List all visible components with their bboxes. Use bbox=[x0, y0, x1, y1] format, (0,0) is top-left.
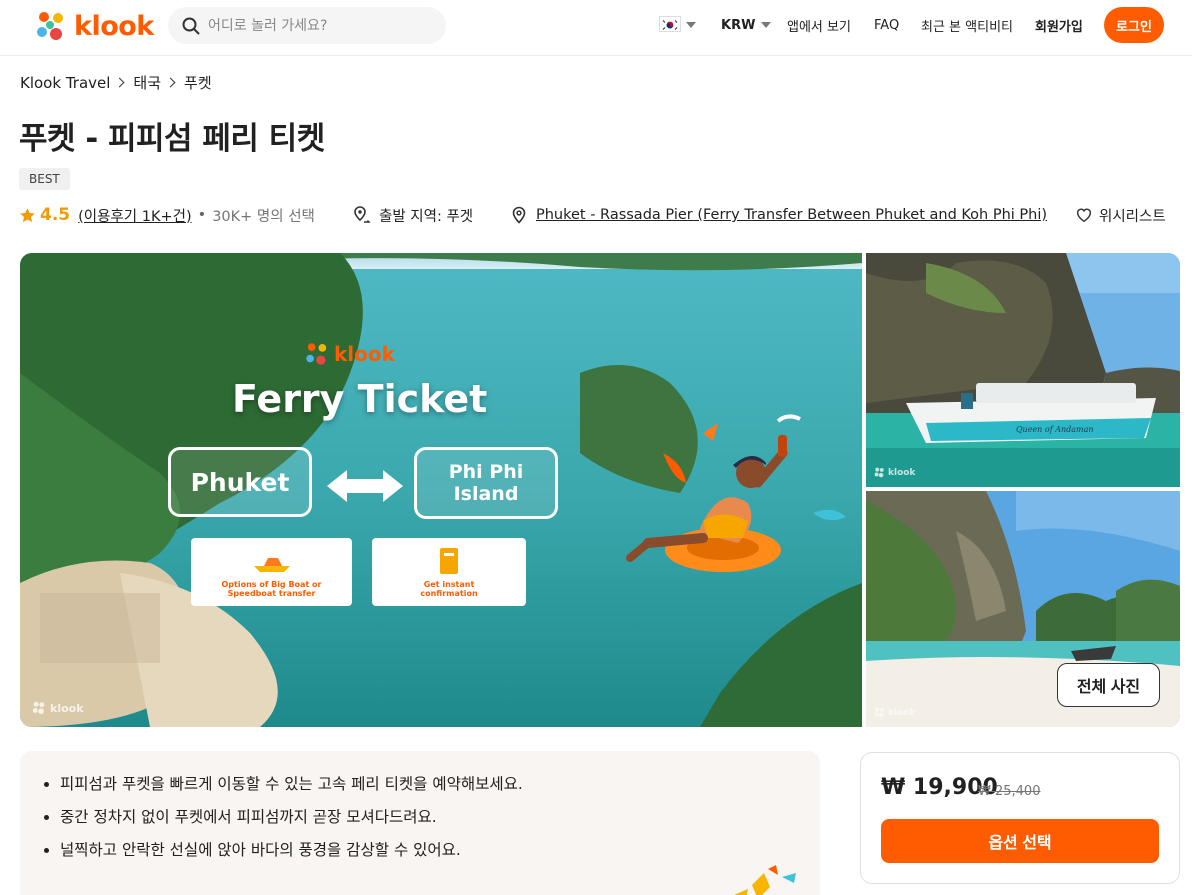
boat-name: Queen of Andaman bbox=[1016, 425, 1094, 434]
speedboat-icon bbox=[253, 558, 290, 572]
departure-label: 출발 지역: 푸겟 bbox=[379, 208, 474, 225]
klook-logo[interactable]: klook bbox=[34, 9, 154, 43]
price-card: ₩ 19,900 ₩ 25,400 옵션 선택 bbox=[860, 752, 1180, 884]
korea-flag-icon[interactable] bbox=[659, 16, 681, 32]
feature-card-line1: Options of Big Boat or bbox=[221, 580, 322, 589]
logo-text: klook bbox=[74, 10, 154, 42]
feature-card-line1: Get instant bbox=[423, 580, 475, 589]
banner-feature-card: Options of Big Boat or Speedboat transfe… bbox=[191, 538, 352, 606]
watermark-text: klook bbox=[888, 707, 916, 718]
page-title: 푸켓 - 피피섬 페리 티켓 bbox=[19, 121, 325, 157]
main-photo-watermark: klook bbox=[32, 701, 84, 715]
banner-to-line1: Phi Phi bbox=[448, 461, 524, 483]
side-photo-watermark: klook bbox=[874, 707, 915, 718]
list-item: 중간 정차지 없이 푸켓에서 피피섬까지 곧장 모셔다드려요. bbox=[42, 808, 523, 827]
reviews-link[interactable]: (이용후기 1K+건) bbox=[78, 205, 192, 226]
banner-feature-card: Get instant confirmation bbox=[372, 538, 526, 606]
login-button[interactable]: 로그인 bbox=[1104, 7, 1164, 43]
klook-watermark-icon bbox=[874, 707, 884, 718]
breadcrumb-item[interactable]: 태국 bbox=[133, 72, 161, 93]
breadcrumb-item[interactable]: 푸켓 bbox=[184, 72, 212, 93]
departure-info: 출발 지역: 푸겟 bbox=[352, 203, 473, 227]
watermark-text: klook bbox=[50, 701, 84, 715]
banner-from-label: Phuket bbox=[190, 467, 290, 497]
original-price: ₩ 25,400 bbox=[978, 784, 1041, 799]
star-icon bbox=[20, 207, 35, 222]
location-link[interactable]: Phuket - Rassada Pier (Ferry Transfer Be… bbox=[536, 207, 1047, 223]
recent-activities-link[interactable]: 최근 본 액티비티 bbox=[921, 0, 1013, 50]
klook-decoration-icon bbox=[734, 865, 796, 895]
banner-to-box: Phi Phi Island bbox=[414, 447, 558, 519]
feature-card-line2: Speedboat transfer bbox=[227, 589, 316, 598]
highlights-list: 피피섬과 푸켓을 빠르게 이동할 수 있는 고속 페리 티켓을 예약해보세요. … bbox=[42, 775, 523, 874]
banner-from-box: Phuket bbox=[168, 447, 312, 517]
klook-watermark-icon bbox=[32, 701, 45, 715]
rating-row: 4.5 (이용후기 1K+건) • 30K+ 명의 선택 bbox=[19, 203, 315, 227]
heart-icon bbox=[1076, 208, 1092, 223]
view-all-photos-button[interactable]: 전체 사진 bbox=[1057, 663, 1160, 707]
app-link[interactable]: 앱에서 보기 bbox=[787, 0, 851, 50]
location-pin-icon bbox=[512, 206, 526, 224]
best-badge: BEST bbox=[19, 168, 70, 190]
feature-card-line2: confirmation bbox=[420, 589, 478, 598]
klook-logo-icon bbox=[37, 12, 63, 40]
ticket-icon bbox=[440, 548, 458, 574]
banner-brand-text: klook bbox=[334, 342, 395, 366]
tourist-illustration bbox=[626, 414, 846, 572]
location-info: Phuket - Rassada Pier (Ferry Transfer Be… bbox=[510, 203, 1047, 227]
search-icon bbox=[182, 17, 200, 34]
currency-label: KRW bbox=[721, 17, 756, 33]
route-pin-icon bbox=[354, 206, 371, 223]
double-arrow-icon bbox=[327, 470, 403, 502]
language-chevron-down-icon[interactable] bbox=[686, 22, 696, 28]
speedboat-photo bbox=[866, 253, 1180, 487]
breadcrumb-item[interactable]: Klook Travel bbox=[20, 74, 110, 92]
banner-brand: klook bbox=[304, 341, 395, 367]
list-item: 피피섬과 푸켓을 빠르게 이동할 수 있는 고속 페리 티켓을 예약해보세요. bbox=[42, 775, 523, 794]
rating-value: 4.5 bbox=[40, 205, 71, 225]
booked-count: 30K+ 명의 선택 bbox=[212, 208, 315, 225]
banner-to-line2: Island bbox=[453, 483, 519, 505]
chevron-right-icon bbox=[114, 77, 125, 88]
currency-chevron-down-icon bbox=[761, 22, 772, 28]
side-photo-1[interactable]: Queen of Andaman klook bbox=[866, 253, 1180, 487]
currency-selector[interactable]: KRW bbox=[721, 0, 772, 50]
watermark-text: klook bbox=[888, 467, 916, 478]
klook-logo-icon bbox=[306, 343, 327, 365]
top-header: klook KRW 앱에서 보기 FAQ 최근 본 액티비티 회원가입 로그인 bbox=[0, 0, 1192, 56]
select-option-button[interactable]: 옵션 선택 bbox=[881, 819, 1159, 863]
wishlist-label: 위시리스트 bbox=[1099, 208, 1166, 225]
separator-dot: • bbox=[197, 207, 207, 223]
search-bar[interactable] bbox=[168, 7, 446, 44]
highlights-panel: 피피섬과 푸켓을 빠르게 이동할 수 있는 고속 페리 티켓을 예약해보세요. … bbox=[20, 751, 820, 895]
main-photo[interactable]: klook Ferry Ticket Phuket Phi Phi Island… bbox=[20, 253, 862, 727]
chevron-right-icon bbox=[165, 77, 176, 88]
side-photo-watermark: klook bbox=[874, 467, 915, 478]
signup-link[interactable]: 회원가입 bbox=[1035, 0, 1083, 50]
banner-headline: Ferry Ticket bbox=[232, 377, 488, 421]
wishlist-button[interactable]: 위시리스트 bbox=[1075, 203, 1166, 227]
faq-link[interactable]: FAQ bbox=[874, 0, 899, 50]
breadcrumb: Klook Travel 태국 푸켓 bbox=[20, 72, 212, 93]
search-input[interactable] bbox=[208, 17, 428, 34]
list-item: 널찍하고 안락한 선실에 앉아 바다의 풍경을 감상할 수 있어요. bbox=[42, 841, 523, 860]
klook-watermark-icon bbox=[874, 467, 884, 478]
